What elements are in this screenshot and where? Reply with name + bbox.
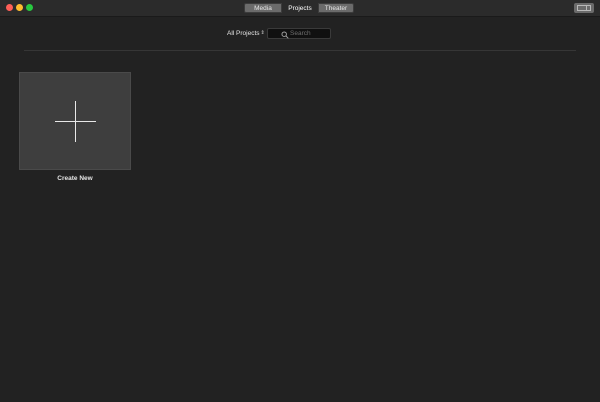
updown-chevron-icon: ⇕: [260, 30, 265, 37]
tab-projects[interactable]: Projects: [282, 3, 318, 13]
plus-icon: [55, 101, 96, 142]
search-icon: [281, 31, 289, 39]
search-input[interactable]: [290, 30, 330, 37]
maximize-window-button[interactable]: [26, 4, 33, 11]
close-window-button[interactable]: [6, 4, 13, 11]
search-field[interactable]: [267, 28, 331, 39]
title-bar: Media Projects Theater: [0, 0, 600, 17]
divider: [24, 50, 576, 51]
project-filter-label: All Projects: [227, 30, 260, 37]
minimize-window-button[interactable]: [16, 4, 23, 11]
sidebar-toggle-button[interactable]: [574, 3, 594, 13]
create-new-label: Create New: [57, 175, 93, 182]
sidebar-icon: [577, 5, 591, 11]
tab-theater[interactable]: Theater: [318, 3, 354, 13]
filter-bar: All Projects⇕: [0, 28, 600, 40]
view-switcher: Media Projects Theater: [244, 3, 354, 13]
create-new-project-tile[interactable]: [19, 72, 131, 170]
tab-media[interactable]: Media: [244, 3, 282, 13]
project-filter-dropdown[interactable]: All Projects⇕: [227, 28, 265, 40]
